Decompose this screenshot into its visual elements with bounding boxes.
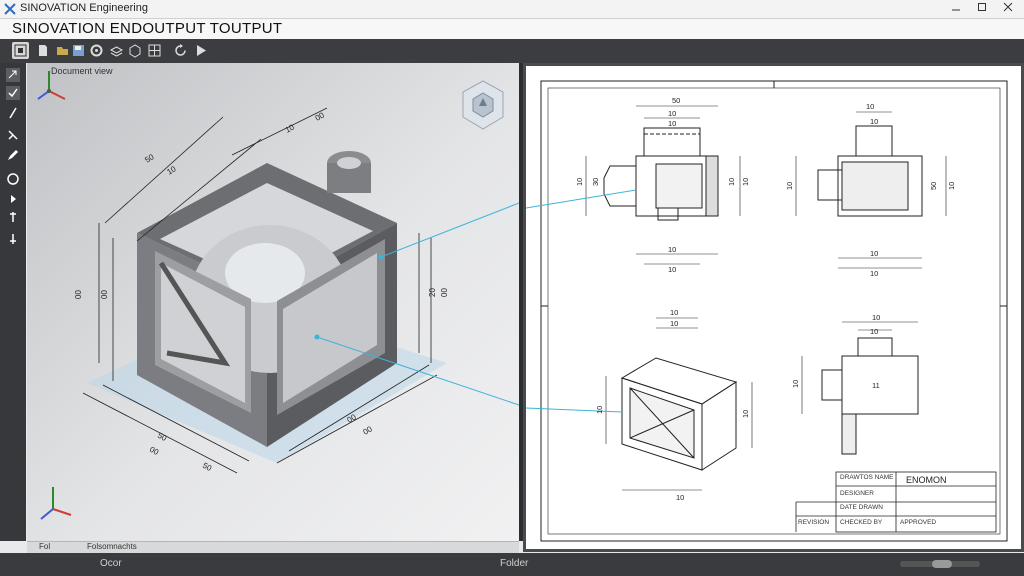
front-dim-top1: 50 [672, 96, 680, 105]
cube-icon [129, 44, 141, 58]
maximize-icon [978, 3, 986, 11]
title-block-row6: APPROVED [900, 519, 937, 526]
arrow-icon[interactable] [5, 67, 21, 83]
bottom-center-label: Folder [500, 558, 529, 569]
open-button[interactable] [54, 42, 71, 59]
app-title: SINOVATION ENDOUTPUT TOUTPUT [12, 20, 283, 37]
side2-dim-top1: 10 [872, 313, 880, 322]
iso-dim-left: 10 [595, 406, 604, 414]
circle-icon[interactable] [5, 171, 21, 187]
title-block-row2: DESIGNER [840, 490, 874, 497]
model-dim-right-a: 20 [428, 288, 437, 297]
line-icon[interactable] [5, 105, 21, 121]
side-dim-top2: 10 [870, 117, 878, 126]
front-dim-right2: 10 [741, 178, 750, 186]
scrollbar-thumb[interactable] [932, 560, 952, 568]
side-dim-bottom1: 10 [870, 249, 878, 258]
side-dim-left: 10 [785, 182, 794, 190]
bottom-bar: Ocor Folder [0, 553, 1024, 576]
view-button[interactable] [126, 42, 143, 59]
rotate-icon [175, 44, 186, 56]
front-dim-bottom1: 10 [668, 245, 676, 254]
model-dim-bottom-a: 50 [156, 431, 169, 443]
side-dim-top1: 10 [866, 102, 874, 111]
measure-icon[interactable] [5, 231, 21, 247]
status-left: Fol [39, 542, 51, 551]
title-block-row1: DRAWTOS NAME [840, 474, 894, 481]
window-titlebar: SINOVATION Engineering [0, 0, 1024, 19]
new-button[interactable] [34, 42, 51, 59]
minimize-icon [952, 9, 960, 11]
front-dim-left1: 10 [575, 178, 584, 186]
model-dim-top-a: 50 [143, 152, 156, 165]
front-dim-left2: 30 [591, 178, 600, 186]
model-dim-left-b: 00 [100, 290, 109, 299]
layers-button[interactable] [108, 42, 125, 59]
check-icon[interactable] [5, 85, 21, 101]
gear-icon [90, 44, 103, 57]
grid-icon [148, 44, 161, 57]
open-icon [57, 47, 68, 55]
3d-viewport[interactable]: Document view 50 10 10 00 00 00 20 00 50… [27, 63, 519, 541]
model-dim-bottom-b: 00 [148, 445, 161, 457]
close-icon [1003, 2, 1013, 12]
status-middle: Folsomnachts [87, 542, 137, 551]
drawing-sheet[interactable]: 50 10 10 10 30 10 10 10 10 10 10 10 50 1… [526, 66, 1021, 549]
model-dim-right-b: 00 [440, 288, 449, 297]
side2-dim-left: 10 [791, 380, 800, 388]
front-dim-bottom2: 10 [668, 265, 676, 274]
settings-button[interactable] [88, 42, 105, 59]
grid-button[interactable] [146, 42, 163, 59]
main-toolbar [0, 39, 1024, 63]
side2-note: 11 [872, 381, 880, 390]
window-title: SINOVATION Engineering [20, 2, 148, 14]
title-block-row4: REVISION [798, 519, 830, 526]
left-tool-palette [0, 63, 26, 541]
model-dim-bottom-d: 00 [362, 424, 375, 437]
save-button[interactable] [70, 42, 87, 59]
close-button[interactable] [996, 1, 1020, 17]
arrow-small-icon[interactable] [5, 191, 21, 207]
app-logo-icon [4, 3, 16, 15]
side-dim-right1: 50 [929, 182, 938, 190]
side-dim-bottom2: 10 [870, 269, 878, 278]
title-block-row3: DATE DRAWN [840, 504, 883, 511]
new-icon [39, 45, 47, 56]
side2-dim-top2: 10 [870, 327, 878, 336]
drawing-panel: 50 10 10 10 30 10 10 10 10 10 10 10 50 1… [523, 63, 1024, 552]
app-header: SINOVATION ENDOUTPUT TOUTPUT [0, 19, 1024, 39]
iso-dim-top2: 10 [670, 319, 678, 328]
select-icon [14, 44, 27, 57]
side-dim-right2: 10 [947, 182, 956, 190]
rotate-button[interactable] [172, 42, 189, 59]
front-dim-right1: 10 [727, 178, 736, 186]
layers-icon [109, 46, 124, 57]
play-button[interactable] [192, 42, 209, 59]
front-dim-top2: 10 [668, 109, 676, 118]
model-canvas: 50 10 10 00 00 00 20 00 50 00 00 00 50 [74, 107, 519, 474]
model-dim-left-a: 00 [74, 290, 83, 299]
dimension-icon[interactable] [5, 209, 21, 225]
iso-dim-right: 10 [741, 410, 750, 418]
model-dim-bottom-e: 50 [201, 461, 214, 473]
title-block-title: ENOMON [906, 475, 947, 485]
iso-dim-top1: 10 [670, 308, 678, 317]
pen-icon[interactable] [5, 147, 21, 163]
front-dim-top3: 10 [668, 119, 676, 128]
iso-dim-bottom: 10 [676, 493, 684, 502]
bottom-left-label: Ocor [100, 558, 122, 569]
select-tool-button[interactable] [12, 42, 29, 59]
drawing-canvas: 50 10 10 10 30 10 10 10 10 10 10 10 50 1… [526, 80, 1008, 542]
minimize-button[interactable] [944, 1, 968, 17]
model-dim-top-b: 10 [165, 164, 178, 177]
maximize-button[interactable] [970, 1, 994, 17]
line-tool-icon[interactable] [5, 127, 21, 143]
bottom-axis-triad-icon [40, 487, 72, 520]
save-icon [73, 45, 84, 56]
play-icon [197, 45, 206, 56]
title-block-row5: CHECKED BY [840, 519, 883, 526]
model-dim-top-d: 00 [314, 110, 327, 122]
